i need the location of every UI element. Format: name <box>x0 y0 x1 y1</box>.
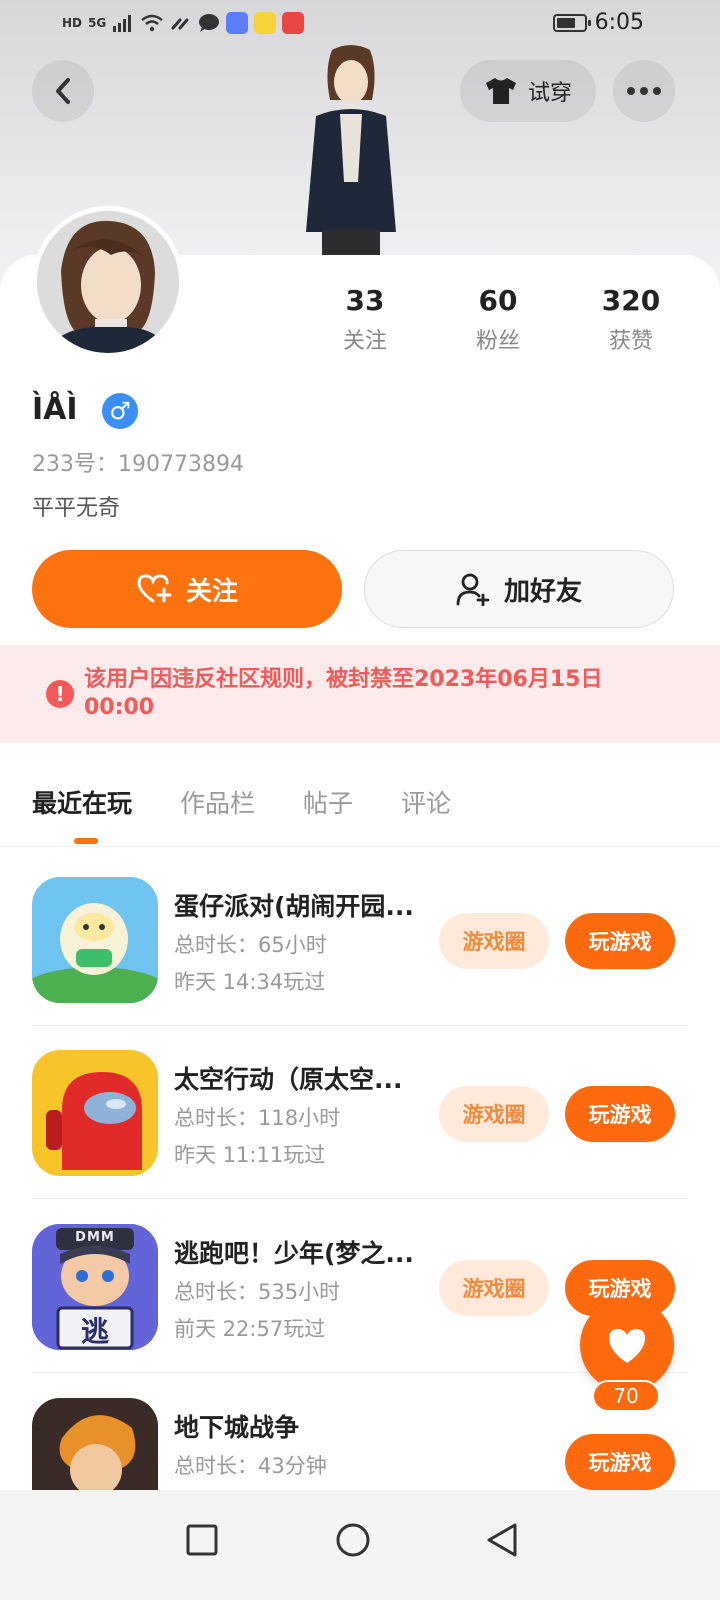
warning-icon: ! <box>46 680 74 708</box>
more-options-button[interactable] <box>613 60 675 122</box>
game-title: 逃跑吧！少年(梦之... <box>174 1239 414 1268</box>
avatar-3d-figure <box>306 45 396 256</box>
game-icon-run-boy[interactable]: DMM 逃 <box>32 1224 158 1350</box>
stat-label: 获赞 <box>608 329 653 354</box>
game-row[interactable]: 地下城战争 总时长：43分钟 玩游戏 <box>32 1398 688 1490</box>
stat-likes[interactable]: 320 获赞 <box>571 283 691 355</box>
chat-icon <box>199 14 220 32</box>
game-duration: 总时长：118小时 <box>174 1106 341 1130</box>
user-bio: 平平无奇 <box>32 496 121 521</box>
try-on-label: 试穿 <box>527 81 572 106</box>
like-count-badge: 70 <box>592 1380 660 1412</box>
status-icons-left: HD 5G <box>62 12 305 34</box>
system-nav-bar <box>0 1490 720 1600</box>
eggy-party-artwork <box>32 877 158 1003</box>
home-button[interactable] <box>323 1510 383 1570</box>
tab-comments[interactable]: 评论 <box>401 784 451 820</box>
recents-button[interactable] <box>172 1510 232 1570</box>
avatar-portrait <box>37 211 179 353</box>
game-icon-tag: DMM <box>75 1230 115 1245</box>
clock: 6:05 <box>594 10 644 35</box>
battery-icon <box>552 13 591 32</box>
play-game-button[interactable]: 玩游戏 <box>565 913 675 969</box>
play-game-button[interactable]: 玩游戏 <box>565 1086 675 1142</box>
stat-value: 60 <box>478 284 518 317</box>
follow-button[interactable]: 关注 <box>32 550 342 628</box>
stat-value: 33 <box>345 284 385 317</box>
stat-fans[interactable]: 60 粉丝 <box>438 283 558 355</box>
play-game-button[interactable]: 玩游戏 <box>565 1434 675 1490</box>
space-action-artwork <box>32 1050 158 1176</box>
game-circle-button[interactable]: 游戏圈 <box>439 1260 549 1316</box>
game-last-played: 前天 22:57玩过 <box>174 1317 326 1341</box>
game-duration: 总时长：65小时 <box>174 933 327 957</box>
stat-value: 320 <box>601 284 661 317</box>
heart-icon <box>609 1329 645 1363</box>
add-friend-button[interactable]: 加好友 <box>364 550 674 628</box>
signal-icon <box>113 15 132 32</box>
game-last-played: 昨天 14:34玩过 <box>174 970 326 994</box>
network-indicator: 5G <box>88 16 107 30</box>
status-icons-right: 6:05 <box>552 10 644 35</box>
game-title: 地下城战争 <box>174 1413 300 1442</box>
chevron-left-icon <box>56 78 70 104</box>
game-last-played: 昨天 11:11玩过 <box>174 1143 326 1167</box>
game-row[interactable]: 太空行动（原太空... 总时长：118小时 昨天 11:11玩过 游戏圈 玩游戏 <box>32 1050 688 1224</box>
app-icon-red <box>282 12 305 34</box>
try-on-button[interactable]: 试穿 <box>460 60 596 122</box>
game-title: 太空行动（原太空... <box>174 1065 403 1094</box>
wifi-icon <box>141 14 163 32</box>
avatar[interactable] <box>32 206 184 358</box>
game-icon-dungeon-war[interactable] <box>32 1398 158 1490</box>
status-bar: HD 5G 6:05 <box>0 0 720 48</box>
divider <box>32 1025 688 1026</box>
app-icon-blue <box>226 12 249 34</box>
divider <box>0 846 720 847</box>
profile-tabs: 最近在玩 作品栏 帖子 评论 <box>32 784 451 820</box>
back-button[interactable] <box>32 60 94 122</box>
game-icon-space-action[interactable] <box>32 1050 158 1176</box>
stat-label: 粉丝 <box>475 329 520 354</box>
game-icon-text: 逃 <box>80 1315 109 1348</box>
tab-active-indicator <box>74 838 98 844</box>
link-icon <box>171 18 189 30</box>
square-icon <box>186 1524 218 1556</box>
add-friend-label: 加好友 <box>503 576 582 607</box>
game-duration: 总时长：535小时 <box>174 1280 341 1304</box>
game-row[interactable]: 蛋仔派对(胡闹开园... 总时长：65小时 昨天 14:34玩过 游戏圈 玩游戏 <box>32 877 688 1051</box>
weibo-icon <box>254 12 277 34</box>
triangle-back-icon <box>487 1523 517 1557</box>
stat-label: 关注 <box>342 329 387 354</box>
like-button[interactable] <box>580 1298 674 1392</box>
back-nav-button[interactable] <box>472 1510 532 1570</box>
dungeon-war-artwork <box>32 1398 158 1490</box>
more-dots-icon <box>627 87 661 95</box>
username: ÌÅÌ <box>32 392 78 427</box>
follow-label: 关注 <box>185 576 238 607</box>
game-duration: 总时长：43分钟 <box>174 1454 327 1478</box>
stat-following[interactable]: 33 关注 <box>305 283 425 355</box>
tshirt-icon <box>485 78 516 104</box>
divider <box>32 1198 688 1199</box>
game-icon-eggy-party[interactable] <box>32 877 158 1003</box>
tab-recent-played[interactable]: 最近在玩 <box>32 784 132 820</box>
hd-indicator: HD <box>62 16 83 30</box>
heart-plus-icon <box>137 574 172 603</box>
user-id: 233号：190773894 <box>32 452 244 477</box>
game-circle-button[interactable]: 游戏圈 <box>439 1086 549 1142</box>
game-title: 蛋仔派对(胡闹开园... <box>174 892 414 921</box>
tab-posts[interactable]: 帖子 <box>303 784 353 820</box>
ban-notice-text: 该用户因违反社区规则，被封禁至2023年06月15日 00:00 <box>84 667 603 720</box>
circle-icon <box>336 1523 370 1557</box>
game-circle-button[interactable]: 游戏圈 <box>439 913 549 969</box>
tab-works[interactable]: 作品栏 <box>180 784 255 820</box>
add-user-icon <box>456 573 490 606</box>
gender-male-icon: ♂ <box>102 393 138 429</box>
